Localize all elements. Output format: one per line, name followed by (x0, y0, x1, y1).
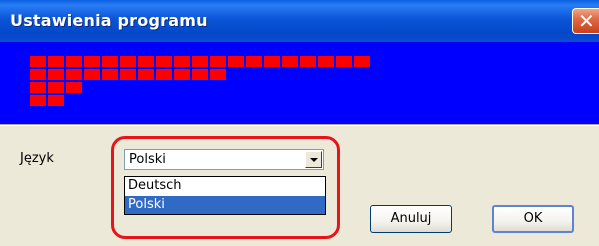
title-bar[interactable]: Ustawienia programu ✕ (0, 0, 599, 42)
banner-square (66, 56, 82, 67)
banner-square (192, 56, 208, 67)
banner-square (282, 56, 298, 67)
banner-square (66, 69, 82, 80)
banner-square (102, 69, 118, 80)
banner-square (318, 56, 334, 67)
banner-square (210, 56, 226, 67)
banner-square (174, 69, 190, 80)
banner-square (336, 56, 352, 67)
banner-square (300, 56, 316, 67)
language-label: Język (20, 151, 54, 166)
banner-square (210, 69, 226, 80)
banner-square (156, 69, 172, 80)
window-title: Ustawienia programu (10, 11, 208, 30)
banner-square (354, 56, 370, 67)
close-button[interactable]: ✕ (572, 8, 599, 34)
banner-square (48, 56, 64, 67)
banner-square (138, 69, 154, 80)
banner-square (66, 82, 82, 93)
banner-square (174, 56, 190, 67)
close-icon: ✕ (578, 9, 595, 33)
cancel-button[interactable]: Anuluj (370, 205, 452, 233)
banner-square (48, 95, 64, 106)
banner-square (48, 82, 64, 93)
banner-square (30, 69, 46, 80)
ok-button[interactable]: OK (492, 205, 574, 233)
banner-square (246, 56, 262, 67)
banner-square (30, 82, 46, 93)
banner-square (48, 69, 64, 80)
banner-square (228, 56, 244, 67)
header-banner (0, 42, 599, 124)
separator (0, 124, 599, 126)
banner-square (264, 56, 280, 67)
settings-window: Ustawienia programu ✕ Język Polski Deuts… (0, 0, 599, 246)
banner-square (192, 69, 208, 80)
banner-square (30, 95, 46, 106)
banner-square (138, 56, 154, 67)
banner-square (84, 69, 100, 80)
banner-square (84, 56, 100, 67)
banner-square (30, 56, 46, 67)
banner-square (120, 56, 136, 67)
banner-square (156, 56, 172, 67)
annotation-highlight (111, 136, 340, 239)
banner-square (120, 69, 136, 80)
banner-square (102, 56, 118, 67)
